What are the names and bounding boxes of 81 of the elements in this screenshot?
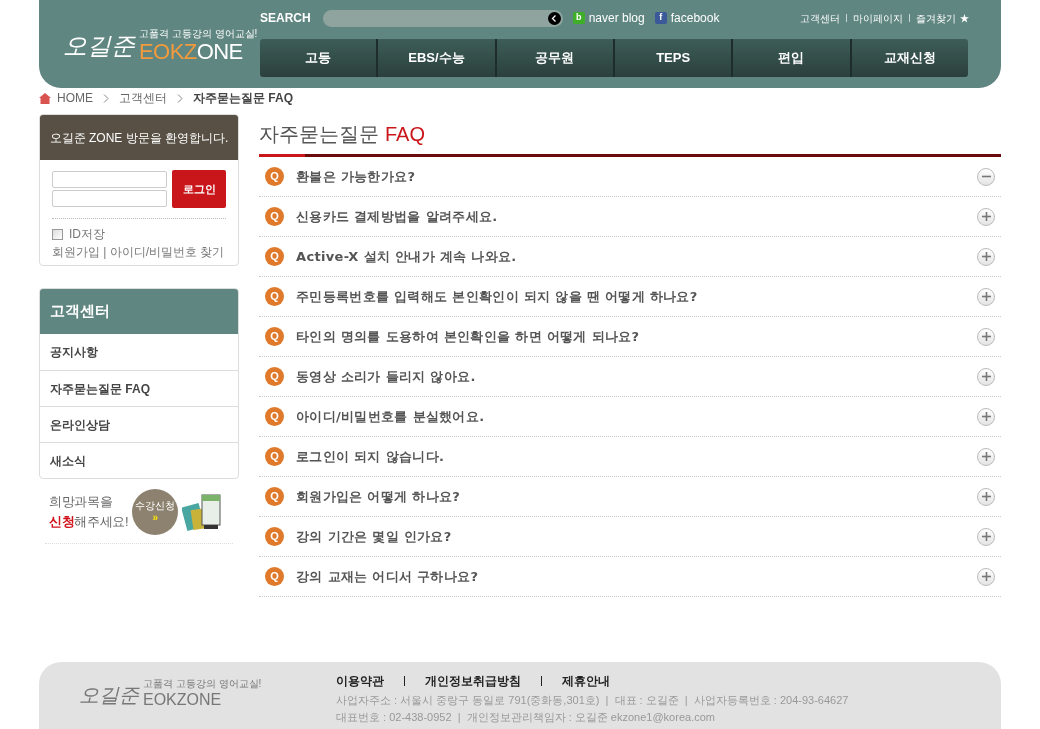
company-info: 대표번호 : 02-438-0952 | 개인정보관리책임자 : 오길준 ekzone1@korea.com xyxy=(336,711,716,724)
logo-script[interactable]: 오길준 xyxy=(63,28,135,64)
page-title: 자주묻는질문 FAQ xyxy=(259,122,426,147)
chevron-icon xyxy=(103,93,109,103)
login-button[interactable]: 로그인 xyxy=(172,170,226,208)
star-icon[interactable] xyxy=(960,13,969,23)
nav-tab[interactable]: 교재신청 xyxy=(849,39,968,77)
nav-tab[interactable]: 편입 xyxy=(731,39,850,77)
logo-tagline: 고품격 고등강의 영어교실! xyxy=(139,28,258,40)
nav-tab[interactable]: 공무원 xyxy=(494,39,613,77)
faq-question[interactable]: 로그인이 되지 않습니다. xyxy=(296,446,445,467)
footer-tagline: 고품격 고등강의 영어교실! xyxy=(143,678,262,690)
utility-link[interactable]: 마이페이지 xyxy=(853,10,903,26)
account-links[interactable]: 회원가입 | 아이디/비밀번호 찾기 xyxy=(52,243,226,261)
plus-icon[interactable] xyxy=(977,487,995,506)
faq-question[interactable]: 동영상 소리가 들리지 않아요. xyxy=(296,366,476,387)
q-badge-icon: Q xyxy=(265,167,284,186)
plus-icon[interactable] xyxy=(977,407,995,426)
faq-question[interactable]: 주민등록번호를 입력해도 본인확인이 되지 않을 땐 어떻게 하나요? xyxy=(296,286,698,307)
search-go-icon[interactable] xyxy=(547,11,561,25)
utility-link[interactable]: 고객센터 xyxy=(800,10,840,26)
breadcrumb-link[interactable]: HOME xyxy=(57,89,93,107)
enroll-badge[interactable]: 수강신청 » xyxy=(132,489,179,535)
faq-question[interactable]: 신용카드 결제방법을 알려주세요. xyxy=(296,206,498,227)
plus-icon[interactable] xyxy=(977,527,995,546)
faq-question[interactable]: Active-X 설치 안내가 계속 나와요. xyxy=(296,246,517,267)
breadcrumb-link[interactable]: 자주묻는질문 FAQ xyxy=(193,89,293,107)
welcome-banner: 오길준 ZONE 방문을 환영합니다. xyxy=(40,115,238,160)
footer-link[interactable]: 개인정보취급방침 xyxy=(425,672,521,690)
sidebar-item[interactable]: 공지사항 xyxy=(40,334,238,370)
search-field[interactable] xyxy=(322,9,563,27)
password-field[interactable] xyxy=(52,190,167,207)
q-badge-icon: Q xyxy=(265,367,284,386)
plus-icon[interactable] xyxy=(977,327,995,346)
search-label: SEARCH xyxy=(260,10,311,27)
checkbox[interactable] xyxy=(52,228,63,240)
plus-icon[interactable] xyxy=(977,247,995,266)
plus-icon[interactable] xyxy=(977,287,995,306)
q-badge-icon: Q xyxy=(265,247,284,266)
checkbox-label: ID저장 xyxy=(69,226,105,243)
minus-icon[interactable] xyxy=(977,167,995,186)
q-badge-icon: Q xyxy=(265,287,284,306)
q-badge-icon: Q xyxy=(265,527,284,546)
q-badge-icon: Q xyxy=(265,487,284,506)
home-icon[interactable] xyxy=(39,92,51,104)
social-link[interactable]: naver blog xyxy=(588,9,645,27)
footer-logo-script: 오길준 xyxy=(79,682,139,709)
utility-link[interactable]: 즐겨찾기 xyxy=(916,10,956,26)
nav-tab[interactable]: 고등 xyxy=(260,39,377,77)
q-badge-icon: Q xyxy=(265,567,284,586)
footer-link[interactable]: 이용약관 xyxy=(336,672,384,690)
social-logo-icon[interactable]: f xyxy=(654,12,667,24)
id-field[interactable] xyxy=(52,171,167,188)
breadcrumb-link[interactable]: 고객센터 xyxy=(119,89,167,107)
q-badge-icon: Q xyxy=(265,447,284,466)
sidebar-item[interactable]: 온라인상담 xyxy=(40,406,238,442)
faq-question[interactable]: 아이디/비밀번호를 분실했어요. xyxy=(296,406,485,427)
faq-question[interactable]: 회원가입은 어떻게 하나요? xyxy=(296,486,461,507)
q-badge-icon: Q xyxy=(265,207,284,226)
faq-question[interactable]: 환불은 가능한가요? xyxy=(296,166,416,187)
nav-tab[interactable]: EBS/수능 xyxy=(376,39,495,77)
faq-question[interactable]: 강의 기간은 몇일 인가요? xyxy=(296,526,452,547)
plus-icon[interactable] xyxy=(977,367,995,386)
chevron-icon xyxy=(177,93,183,103)
footer-wordmark: EOKZONE xyxy=(143,690,223,710)
sidebar-item[interactable]: 자주묻는질문 FAQ xyxy=(40,370,238,406)
footer-link[interactable]: 제휴안내 xyxy=(562,672,610,690)
q-badge-icon: Q xyxy=(265,407,284,426)
plus-icon[interactable] xyxy=(977,567,995,586)
logo-wordmark[interactable]: EOKZONE xyxy=(139,40,258,64)
faq-question[interactable]: 타인의 명의를 도용하여 본인확인을 하면 어떻게 되나요? xyxy=(296,326,640,347)
sidebar-item[interactable]: 새소식 xyxy=(40,442,238,478)
plus-icon[interactable] xyxy=(977,207,995,226)
company-info: 사업자주소 : 서울시 중랑구 동일로 791(중화동,301호) | 대표 : 오길준 | 사업자등록번호 : 204-93-64627 xyxy=(336,694,849,707)
plus-icon[interactable] xyxy=(977,447,995,466)
social-link[interactable]: facebook xyxy=(670,9,720,27)
promo-text: 희망과목을 신청해주세요! xyxy=(49,493,129,531)
faq-question[interactable]: 강의 교재는 어디서 구하나요? xyxy=(296,566,479,587)
sidebar-title: 고객센터 xyxy=(40,289,238,334)
nav-tab[interactable]: TEPS xyxy=(613,39,732,77)
q-badge-icon: Q xyxy=(265,327,284,346)
